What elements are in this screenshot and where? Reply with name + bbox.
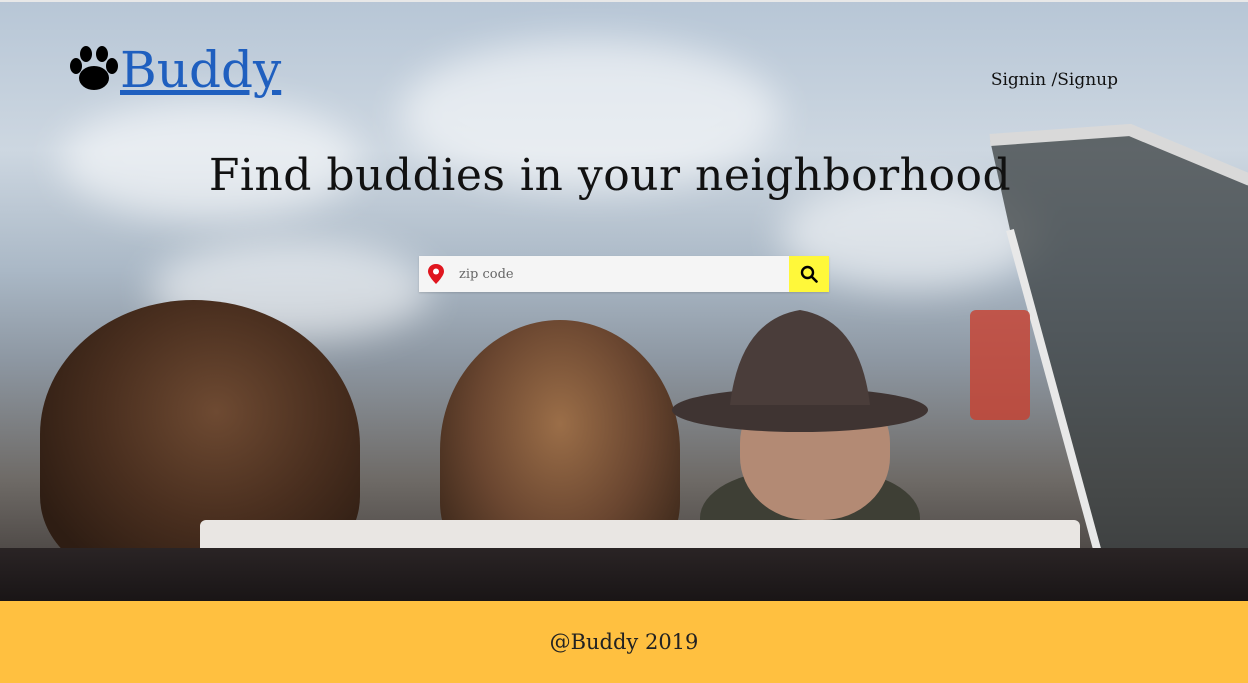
logo-link[interactable]: Buddy bbox=[68, 40, 281, 100]
map-pin-icon bbox=[428, 264, 444, 284]
zip-code-input[interactable] bbox=[457, 265, 761, 283]
car-trim bbox=[200, 520, 1080, 548]
hat bbox=[672, 310, 928, 432]
paw-icon bbox=[70, 46, 118, 90]
logo-text[interactable]: Buddy bbox=[120, 40, 281, 100]
top-border bbox=[0, 0, 1248, 2]
hero-headline: Find buddies in your neighborhood bbox=[208, 150, 1012, 201]
search-button[interactable] bbox=[789, 256, 829, 292]
car-body bbox=[0, 548, 1248, 601]
footer: @Buddy 2019 bbox=[0, 601, 1248, 683]
zip-search-bar bbox=[419, 256, 829, 292]
footer-copyright: @Buddy 2019 bbox=[549, 630, 699, 654]
hero-section: Buddy Signin /Signup Find buddies in you… bbox=[0, 0, 1248, 601]
signin-signup-link[interactable]: Signin /Signup bbox=[991, 70, 1118, 90]
search-field bbox=[419, 256, 789, 292]
search-icon bbox=[800, 265, 818, 283]
